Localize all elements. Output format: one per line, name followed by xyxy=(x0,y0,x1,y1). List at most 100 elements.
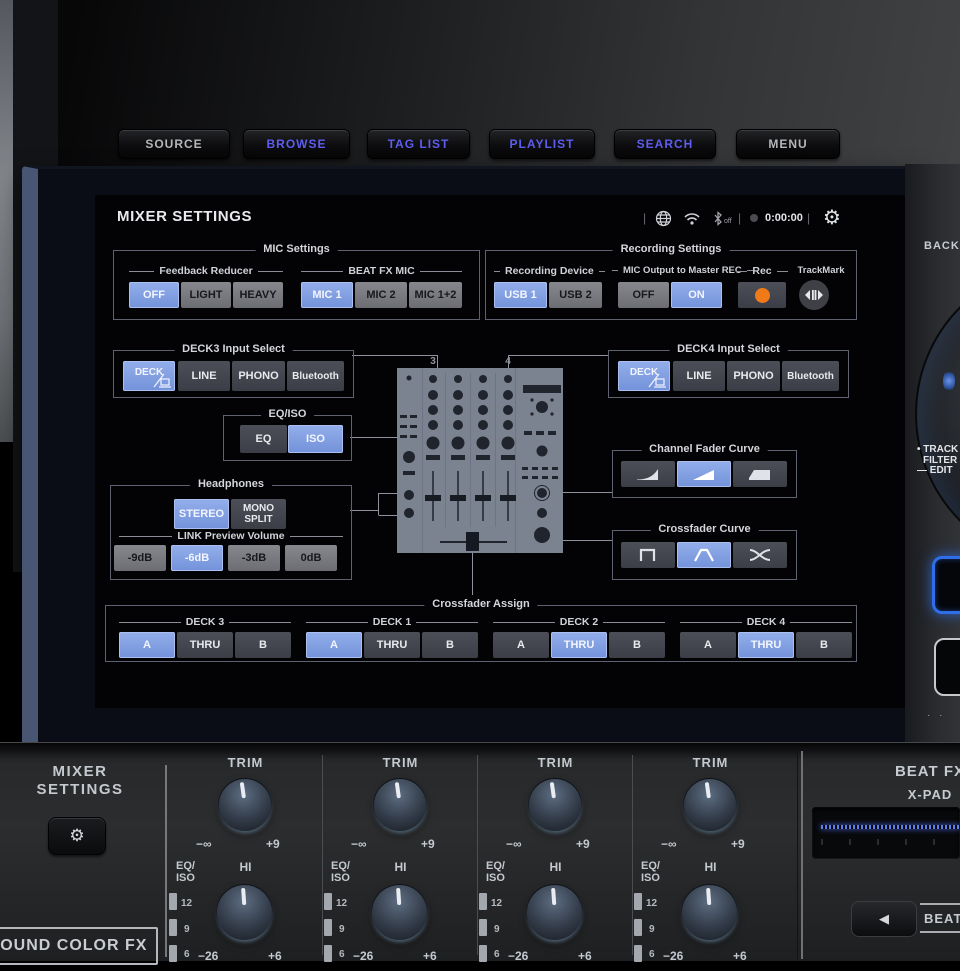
xf-curve-sharp-button[interactable] xyxy=(621,542,675,568)
xfa-deck2-a-button[interactable]: A xyxy=(493,632,549,658)
wifi-icon[interactable] xyxy=(683,209,701,227)
source-button[interactable]: SOURCE xyxy=(118,129,230,159)
section-title: Headphones xyxy=(189,478,273,490)
deck3-line-button[interactable]: LINE xyxy=(178,361,230,391)
section-title: DECK4 Input Select xyxy=(669,343,788,355)
xf-curve-smooth-button[interactable] xyxy=(677,542,731,568)
xfa-deck1-a-button[interactable]: A xyxy=(306,632,362,658)
level-meter xyxy=(169,893,177,971)
section-title: MIC Settings xyxy=(255,243,338,255)
deck4-deck-button[interactable]: DECK xyxy=(618,361,670,391)
tag-list-button[interactable]: TAG LIST xyxy=(367,129,470,159)
mixer-settings-button[interactable]: ⚙ xyxy=(48,817,106,855)
link-preview-volume-title: LINK Preview Volume xyxy=(119,530,344,542)
link-vol-9db-button[interactable]: -9dB xyxy=(114,545,166,571)
feedback-heavy-button[interactable]: HEAVY xyxy=(233,282,283,308)
mono-split-button[interactable]: MONO SPLIT xyxy=(231,499,286,529)
x-pad-touch-strip[interactable] xyxy=(812,807,960,859)
mic-out-off-button[interactable]: OFF xyxy=(618,282,669,308)
mic1-button[interactable]: MIC 1 xyxy=(301,282,353,308)
link-vol-0db-button[interactable]: 0dB xyxy=(285,545,337,571)
xfa-deck4-a-button[interactable]: A xyxy=(680,632,736,658)
x-pad-ticks xyxy=(821,839,960,845)
trim-knob[interactable] xyxy=(525,775,585,835)
channel-3-label: 3 xyxy=(430,356,436,367)
stereo-button[interactable]: STEREO xyxy=(174,499,229,529)
deck4-line-button[interactable]: LINE xyxy=(673,361,725,391)
deck-select-button[interactable] xyxy=(934,638,960,696)
deck3-input-section: DECK3 Input Select DECK LINE PHONO Bluet… xyxy=(113,343,354,398)
exp-curve-icon xyxy=(637,469,658,480)
back-button[interactable]: BACK xyxy=(924,240,960,252)
xfa-deck3-b-button[interactable]: B xyxy=(235,632,291,658)
bluetooth-state: off xyxy=(724,217,732,225)
eq-button[interactable]: EQ xyxy=(240,425,287,453)
recording-device-title: Recording Device xyxy=(494,265,605,277)
feedback-light-button[interactable]: LIGHT xyxy=(181,282,231,308)
feedback-off-button[interactable]: OFF xyxy=(129,282,179,308)
usb2-button[interactable]: USB 2 xyxy=(549,282,602,308)
deck3-deck-button[interactable]: DECK xyxy=(123,361,175,391)
deck4-bluetooth-button[interactable]: Bluetooth xyxy=(782,361,839,391)
xf-curve-cross-button[interactable] xyxy=(733,542,787,568)
iso-button[interactable]: ISO xyxy=(288,425,343,453)
xfa-deck1-b-button[interactable]: B xyxy=(422,632,478,658)
xfa-deck2-b-button[interactable]: B xyxy=(609,632,665,658)
side-panel-edge xyxy=(0,0,13,442)
fader-curve-linear-button[interactable] xyxy=(677,461,731,487)
browse-button[interactable]: BROWSE xyxy=(243,129,350,159)
crossfader-assign-section: Crossfader Assign DECK 3 A THRU B DECK 1… xyxy=(105,598,857,662)
playlist-button[interactable]: PLAYLIST xyxy=(489,129,595,159)
mic2-button[interactable]: MIC 2 xyxy=(355,282,407,308)
search-button[interactable]: SEARCH xyxy=(614,129,716,159)
linear-curve-icon xyxy=(693,470,714,480)
sharp-cut-icon xyxy=(639,548,656,561)
deck-select-button-lit[interactable] xyxy=(932,556,960,614)
section-title: DECK3 Input Select xyxy=(174,343,293,355)
trackmark-button[interactable] xyxy=(799,280,829,310)
fader-curve-exp-button[interactable] xyxy=(621,461,675,487)
deck3-phono-button[interactable]: PHONO xyxy=(232,361,285,391)
xfa-deck2-thru-button[interactable]: THRU xyxy=(551,632,607,658)
mic1-2-button[interactable]: MIC 1+2 xyxy=(409,282,462,308)
eq-hi-knob[interactable] xyxy=(525,883,584,942)
globe-icon[interactable] xyxy=(655,209,672,227)
xfa-deck3-a-button[interactable]: A xyxy=(119,632,175,658)
link-vol-6db-button[interactable]: -6dB xyxy=(171,545,223,571)
usb1-button[interactable]: USB 1 xyxy=(494,282,547,308)
trim-knob[interactable] xyxy=(370,775,430,835)
deck4-phono-button[interactable]: PHONO xyxy=(727,361,780,391)
beat-fx-mic-title: BEAT FX MIC xyxy=(301,265,462,277)
x-pad-leds xyxy=(821,825,960,829)
trim-knob[interactable] xyxy=(680,775,740,835)
trackmark-title: TrackMark xyxy=(797,265,845,276)
xfa-deck3-thru-button[interactable]: THRU xyxy=(177,632,233,658)
eq-hi-knob[interactable] xyxy=(370,883,429,942)
mic-out-on-button[interactable]: ON xyxy=(671,282,722,308)
settings-gear-icon[interactable]: ⚙ xyxy=(823,205,841,229)
fader-curve-flat-button[interactable] xyxy=(733,461,787,487)
bluetooth-icon[interactable]: off xyxy=(713,209,732,227)
mic-output-title: MIC Output to Master REC xyxy=(612,265,753,276)
menu-button[interactable]: MENU xyxy=(736,129,840,159)
deck3-bluetooth-button[interactable]: Bluetooth xyxy=(287,361,344,391)
xfa-deck4-thru-button[interactable]: THRU xyxy=(738,632,794,658)
mic-settings-section: MIC Settings Feedback Reducer OFF LIGHT … xyxy=(113,243,480,320)
rotary-selector-knob[interactable] xyxy=(915,262,960,566)
channel-fader-curve-section: Channel Fader Curve xyxy=(612,443,797,498)
link-vol-3db-button[interactable]: -3dB xyxy=(228,545,280,571)
laptop-icon xyxy=(648,373,666,388)
eq-hi-knob[interactable] xyxy=(215,883,274,942)
xfa-deck3-title: DECK 3 xyxy=(119,616,292,628)
channel-strip-1: TRIM −∞ +9 EQ/ISO HI 12 9 6 −26 +6 xyxy=(323,743,478,963)
xfa-deck4-b-button[interactable]: B xyxy=(796,632,852,658)
xfa-deck1-thru-button[interactable]: THRU xyxy=(364,632,420,658)
rec-button[interactable] xyxy=(738,282,786,308)
beat-left-button[interactable]: ◀ xyxy=(851,901,917,937)
feedback-reducer-title: Feedback Reducer xyxy=(129,265,283,277)
level-meter xyxy=(634,893,642,971)
xfa-deck2-title: DECK 2 xyxy=(493,616,666,628)
eq-hi-knob[interactable] xyxy=(680,883,739,942)
trim-knob[interactable] xyxy=(215,775,275,835)
touchscreen[interactable]: MIXER SETTINGS | off | 0:00:00 | ⚙ 3 4 M… xyxy=(95,195,905,708)
